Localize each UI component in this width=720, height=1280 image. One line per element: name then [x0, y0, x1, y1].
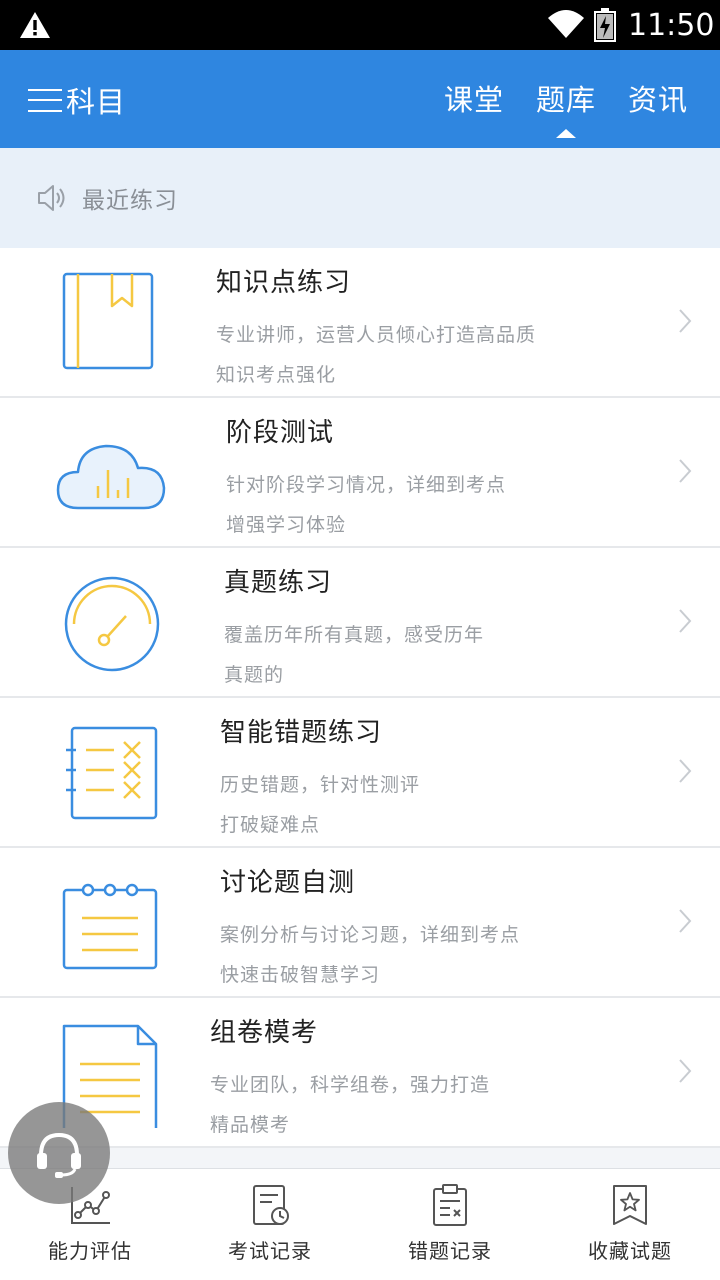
item-desc: 增强学习体验: [226, 514, 347, 536]
item-title: 智能错题练习: [220, 718, 383, 748]
chevron-right-icon: [679, 309, 692, 333]
chevron-right-icon: [679, 759, 692, 783]
practice-list: 知识点练习 专业讲师，运营人员倾心打造高品质 知识考点强化 阶段测试 针对阶段学…: [0, 248, 720, 1148]
item-title: 组卷模考: [210, 1018, 319, 1048]
favorite-icon: [613, 1185, 647, 1225]
list-item-discussion-self-test[interactable]: 讨论题自测 案例分析与讨论习题，详细到考点 快速击破智慧学习: [0, 848, 720, 998]
list-item-knowledge-practice[interactable]: 知识点练习 专业讲师，运营人员倾心打造高品质 知识考点强化: [0, 248, 720, 398]
recent-practice-bar[interactable]: 最近练习: [0, 148, 720, 248]
status-time: 11:50: [628, 8, 715, 43]
item-desc: 专业团队，科学组卷，强力打造: [210, 1074, 491, 1096]
list-item-smart-wrong-practice[interactable]: 智能错题练习 历史错题，针对性测评 打破疑难点: [0, 698, 720, 848]
nav-label: 错题记录: [408, 1239, 492, 1263]
chevron-right-icon: [679, 459, 692, 483]
app-header: 科目 课堂 题库 资讯: [0, 50, 720, 148]
chevron-right-icon: [679, 1059, 692, 1083]
item-desc: 知识考点强化: [216, 364, 337, 386]
battery-icon: [594, 8, 616, 42]
subject-menu-button[interactable]: 科目: [28, 80, 126, 120]
item-desc: 历史错题，针对性测评: [220, 774, 421, 796]
subject-menu-label: 科目: [66, 85, 127, 119]
nav-label: 收藏试题: [588, 1239, 672, 1263]
item-desc: 真题的: [224, 664, 285, 686]
item-title: 真题练习: [224, 568, 333, 598]
wifi-icon: [548, 10, 584, 38]
item-desc: 案例分析与讨论习题，详细到考点: [220, 924, 521, 946]
wrong-record-icon: [433, 1184, 467, 1226]
customer-service-button[interactable]: [8, 1102, 110, 1204]
header-tabs: 课堂 题库 资讯: [412, 78, 688, 138]
item-title: 阶段测试: [226, 418, 335, 448]
headset-icon: [37, 1132, 81, 1178]
nav-wrong-record[interactable]: 错题记录: [360, 1169, 540, 1280]
status-bar: 11:50: [0, 0, 720, 50]
nav-label: 考试记录: [228, 1239, 312, 1263]
gauge-icon: [64, 576, 160, 672]
item-title: 知识点练习: [216, 268, 352, 298]
item-desc: 精品模考: [210, 1114, 291, 1136]
nav-favorite-questions[interactable]: 收藏试题: [540, 1169, 720, 1280]
menu-icon: [28, 87, 62, 113]
list-item-mock-exam[interactable]: 组卷模考 专业团队，科学组卷，强力打造 精品模考: [0, 998, 720, 1148]
chevron-right-icon: [679, 909, 692, 933]
item-desc: 专业讲师，运营人员倾心打造高品质: [216, 324, 537, 346]
list-item-real-exam-practice[interactable]: 真题练习 覆盖历年所有真题，感受历年 真题的: [0, 548, 720, 698]
wrong-list-icon: [66, 726, 158, 820]
chevron-right-icon: [679, 609, 692, 633]
tab-question-bank[interactable]: 题库: [536, 78, 596, 138]
notepad-icon: [62, 883, 158, 970]
exam-record-icon: [253, 1185, 289, 1225]
nav-exam-record[interactable]: 考试记录: [180, 1169, 360, 1280]
tab-classroom[interactable]: 课堂: [444, 78, 504, 122]
item-desc: 打破疑难点: [220, 814, 321, 836]
cloud-chart-icon: [56, 444, 166, 510]
speaker-icon: [38, 185, 65, 211]
tab-news[interactable]: 资讯: [628, 78, 688, 122]
book-icon: [62, 272, 154, 370]
recent-practice-label: 最近练习: [82, 188, 178, 214]
list-item-stage-test[interactable]: 阶段测试 针对阶段学习情况，详细到考点 增强学习体验: [0, 398, 720, 548]
warning-icon: [20, 12, 50, 38]
item-title: 讨论题自测: [220, 868, 356, 898]
item-desc: 覆盖历年所有真题，感受历年: [224, 624, 485, 646]
bottom-nav: 能力评估 考试记录 错题记录 收藏试题: [0, 1168, 720, 1280]
item-desc: 针对阶段学习情况，详细到考点: [226, 474, 507, 496]
item-desc: 快速击破智慧学习: [220, 964, 381, 986]
nav-label: 能力评估: [48, 1239, 132, 1263]
